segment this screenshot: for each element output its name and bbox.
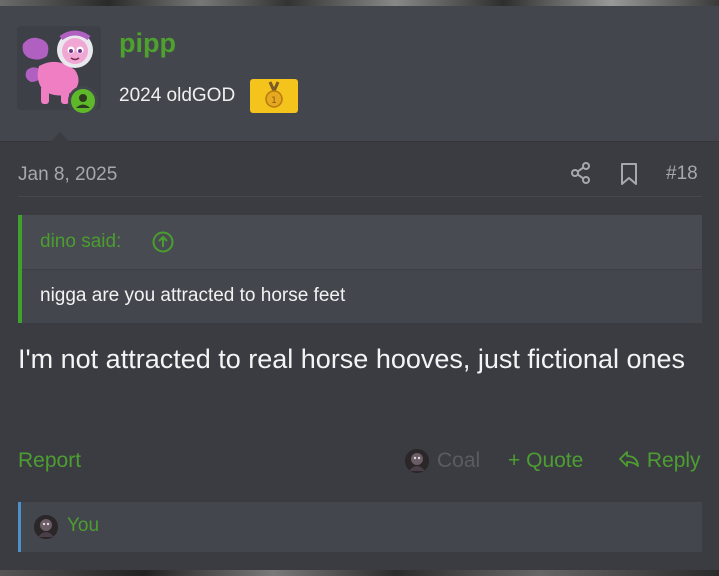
bookmark-icon[interactable] (619, 162, 639, 186)
quote-button[interactable]: + Quote (508, 449, 583, 473)
plus-icon: + (508, 449, 521, 472)
post-pointer (46, 132, 74, 147)
post-date[interactable]: Jan 8, 2025 (18, 164, 117, 186)
post-body: I'm not attracted to real horse hooves, … (18, 344, 686, 374)
quote-header: dino said: (22, 215, 702, 270)
report-link[interactable]: Report (18, 449, 81, 473)
reply-button[interactable]: Reply (617, 449, 701, 473)
avatar-image (405, 449, 429, 473)
medal-badge[interactable]: 1 (250, 79, 298, 113)
reactions-bar[interactable]: You (18, 502, 702, 552)
share-icon[interactable] (569, 161, 593, 185)
username[interactable]: pipp (119, 28, 176, 59)
svg-text:1: 1 (271, 96, 277, 106)
online-status-badge (68, 86, 98, 116)
reactions-label[interactable]: You (67, 515, 99, 537)
post-number-link[interactable]: #18 (666, 163, 698, 185)
avatar-image (34, 515, 58, 539)
arrow-up-circle-icon[interactable] (152, 231, 174, 253)
coal-reaction-avatar[interactable] (405, 449, 429, 473)
user-title: 2024 oldGOD (119, 85, 236, 106)
divider (18, 196, 702, 197)
reactor-avatar (34, 515, 58, 539)
reply-button-label: Reply (646, 449, 701, 472)
reply-arrow-icon (619, 451, 639, 467)
quote-button-label: Quote (526, 449, 584, 472)
background-strip-bottom (0, 570, 719, 576)
user-icon (76, 94, 90, 108)
quote-text: nigga are you attracted to horse feet (40, 285, 346, 306)
user-info-bar: pipp 2024 oldGOD 1 (0, 6, 719, 147)
quote-block: dino said: nigga are you attracted to ho… (18, 215, 702, 323)
medal-icon: 1 (265, 81, 283, 108)
coal-reaction-label[interactable]: Coal (437, 449, 480, 473)
quote-author-link[interactable]: dino said: (40, 231, 121, 253)
